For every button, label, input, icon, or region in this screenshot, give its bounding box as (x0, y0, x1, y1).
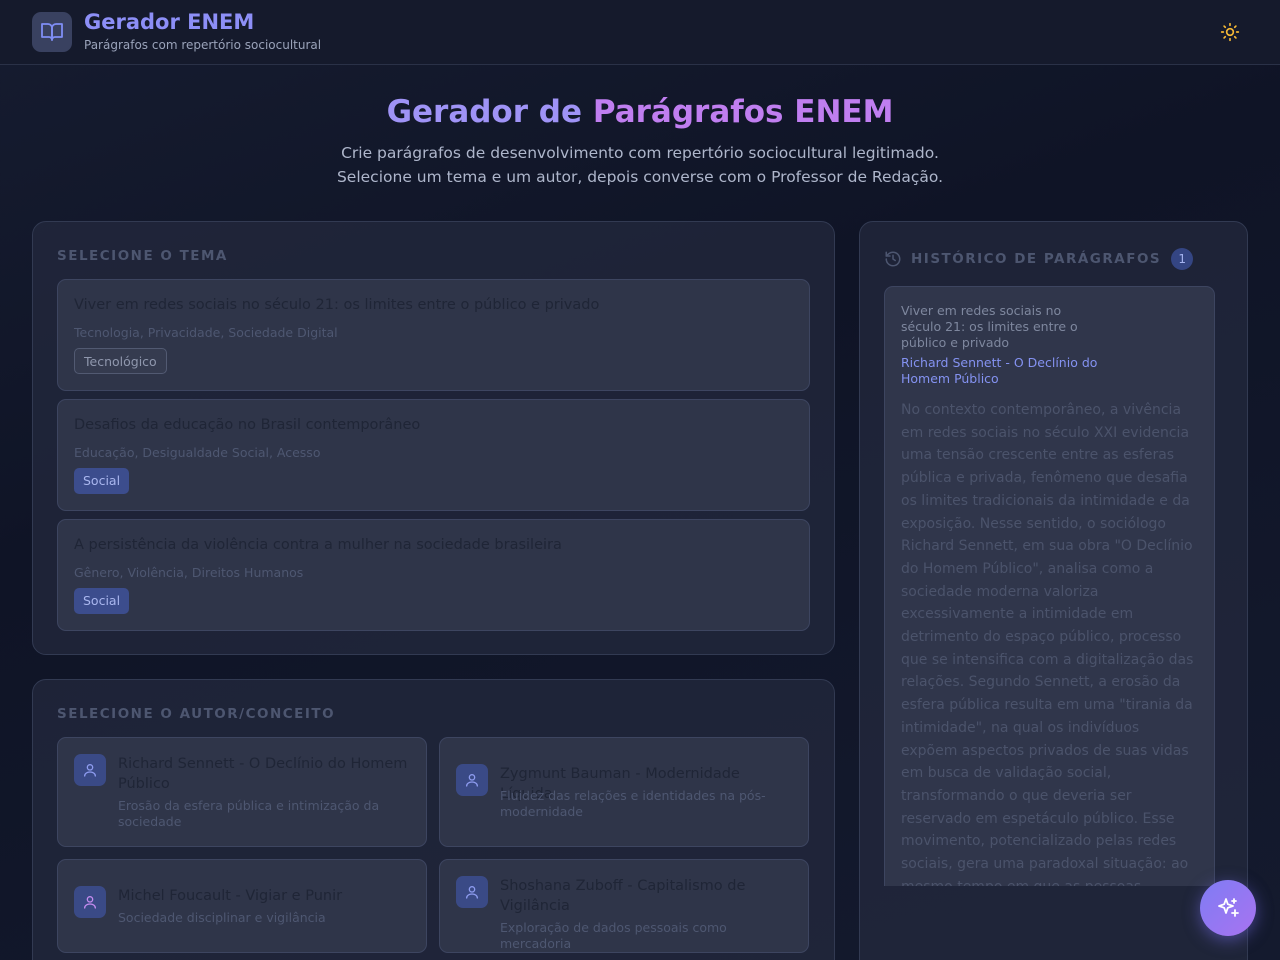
history-header: HISTÓRICO DE PARÁGRAFOS 1 (884, 248, 1194, 270)
author-description: Sociedade disciplinar e vigilância (118, 910, 326, 925)
history-entry[interactable]: Viver em redes sociais no século 21: os … (884, 286, 1215, 886)
author-card[interactable]: Shoshana Zuboff - Capitalismo de Vigilân… (439, 859, 809, 953)
sun-icon (1220, 22, 1240, 42)
page-title-part1: Gerador de (386, 94, 583, 130)
theme-panel: SELECIONE O TEMA Viver em redes sociais … (32, 221, 835, 655)
author-description: Fluidez das relações e identidades na pó… (500, 788, 766, 819)
open-book-icon (32, 12, 72, 52)
author-panel: SELECIONE O AUTOR/CONCEITO Richard Senne… (32, 679, 835, 960)
history-count-badge: 1 (1171, 248, 1194, 270)
history-panel: HISTÓRICO DE PARÁGRAFOS 1 Viver em redes… (859, 221, 1248, 960)
theme-category-badge: Tecnológico (74, 348, 167, 374)
author-card[interactable]: Richard Sennett - O Declínio do Homem Pú… (57, 737, 427, 847)
author-section-title: SELECIONE O AUTOR/CONCEITO (57, 706, 336, 722)
page-description: Crie parágrafos de desenvolvimento com r… (0, 141, 1280, 189)
theme-card[interactable]: A persistência da violência contra a mul… (57, 519, 810, 631)
author-card[interactable]: Zygmunt Bauman - Modernidade Líquida Flu… (439, 737, 809, 847)
theme-section-title: SELECIONE O TEMA (57, 248, 228, 264)
sparkles-icon (1218, 898, 1239, 917)
user-icon (74, 754, 106, 786)
user-icon (74, 886, 106, 918)
author-name: Shoshana Zuboff - Capitalismo de Vigilân… (500, 878, 746, 914)
ai-assistant-button[interactable] (1200, 880, 1256, 936)
app-title: Gerador ENEM (84, 10, 255, 34)
theme-title: Viver em redes sociais no século 21: os … (74, 297, 600, 313)
theme-card[interactable]: Viver em redes sociais no século 21: os … (57, 279, 810, 391)
theme-category-badge: Social (74, 468, 130, 494)
history-entry-text: No contexto contemporâneo, a vivência em… (901, 402, 1194, 886)
history-section-title: HISTÓRICO DE PARÁGRAFOS (911, 251, 1162, 267)
author-description: Exploração de dados pessoais como mercad… (500, 920, 727, 951)
history-entry-author: Richard Sennett - O Declínio do Homem Pú… (901, 355, 1098, 386)
theme-title: Desafios da educação no Brasil contempor… (74, 417, 421, 433)
theme-card[interactable]: Desafios da educação no Brasil contempor… (57, 399, 810, 511)
page-title-part2: Parágrafos ENEM (592, 94, 894, 130)
author-name: Richard Sennett - O Declínio do Homem Pú… (118, 756, 408, 792)
theme-title: A persistência da violência contra a mul… (74, 537, 562, 553)
theme-toggle-button[interactable] (1216, 18, 1244, 46)
theme-tags: Tecnologia, Privacidade, Sociedade Digit… (74, 325, 338, 340)
page-description-line1: Crie parágrafos de desenvolvimento com r… (341, 144, 939, 162)
user-icon (456, 764, 488, 796)
page-description-line2: Selecione um tema e um autor, depois con… (336, 168, 944, 186)
author-card[interactable]: Michel Foucault - Vigiar e Punir Socieda… (57, 859, 427, 953)
history-icon (884, 250, 902, 268)
theme-category-badge: Social (74, 588, 130, 614)
theme-tags: Gênero, Violência, Direitos Humanos (74, 565, 304, 580)
author-description: Erosão da esfera pública e intimização d… (118, 798, 380, 829)
user-icon (456, 876, 488, 908)
author-name: Michel Foucault - Vigiar e Punir (118, 888, 343, 904)
theme-tags: Educação, Desigualdade Social, Acesso (74, 445, 321, 460)
app-subtitle: Parágrafos com repertório sociocultural (84, 38, 322, 52)
app-header: Gerador ENEM Parágrafos com repertório s… (0, 0, 1280, 65)
history-entry-theme: Viver em redes sociais no século 21: os … (901, 303, 1078, 350)
page-title: Gerador de Parágrafos ENEM (0, 94, 1280, 130)
